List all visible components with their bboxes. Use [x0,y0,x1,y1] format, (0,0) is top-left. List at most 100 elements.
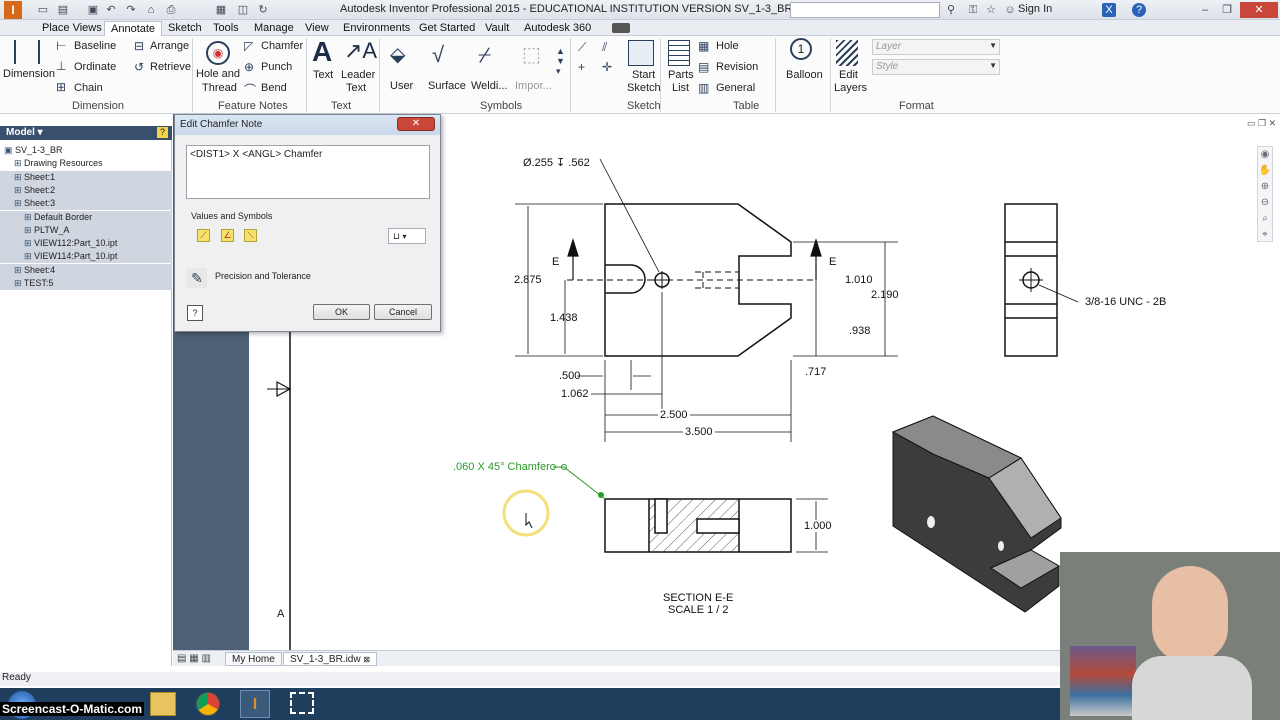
center-mark-icon[interactable]: + [578,60,585,74]
centered-pattern-icon[interactable]: ✛ [602,60,612,74]
tab-my-home[interactable]: My Home [225,652,282,666]
dimension-icon[interactable] [14,40,40,64]
restore-icon[interactable]: ❐ [1220,3,1234,17]
section-title[interactable]: SECTION E-E [663,592,733,604]
explorer-icon[interactable] [150,692,176,716]
print-icon[interactable]: ⎙ [164,3,178,17]
redo-icon[interactable]: ↷ [124,3,138,17]
dim-1062[interactable]: 1.062 [561,388,589,400]
star-icon[interactable]: ☆ [984,3,998,17]
hole-callout[interactable]: Ø.255 ↧ .562 [523,156,590,169]
dim-2875[interactable]: 2.875 [514,274,542,286]
distance-symbol-icon[interactable]: ⟋ [197,229,210,242]
open-icon[interactable]: ▤ [56,3,70,17]
binoculars-icon[interactable]: ⚲ [944,3,958,17]
tree-item[interactable]: ⊞ TEST:5 [0,277,172,290]
punch-button[interactable]: Punch [261,61,292,73]
text-button[interactable]: Text [313,69,333,81]
surface-icon[interactable]: √ [432,44,444,66]
edit-layers-button-line1[interactable]: Edit [839,69,858,81]
dim-500[interactable]: .500 [559,370,580,382]
import-button[interactable]: Impor... [515,80,552,92]
text-icon[interactable]: A [312,36,332,68]
app-logo-icon[interactable]: I [4,1,22,19]
dim-2500[interactable]: 2.500 [658,409,690,421]
edit-layers-icon[interactable] [836,40,858,66]
bend-button[interactable]: Bend [261,82,287,94]
help-search-input[interactable] [790,2,940,18]
save-icon[interactable]: ▣ [86,3,100,17]
navigation-bar[interactable]: ◉ ✋ ⊕ ⊖ ⌕ ⌖ [1257,146,1273,242]
section-mark-left[interactable]: E [552,256,559,268]
section-scale[interactable]: SCALE 1 / 2 [668,604,729,616]
welding-icon[interactable]: ⌿ [478,44,491,66]
baseline-button[interactable]: Baseline [74,40,116,52]
hole-thread-icon[interactable]: ◉ [206,41,230,65]
tab-vault[interactable]: Vault [479,21,515,36]
parts-list-icon[interactable] [668,40,690,66]
tab-manage[interactable]: Manage [248,21,300,36]
arrange-button[interactable]: Arrange [150,40,189,52]
chamfer-note-textarea[interactable]: <DIST1> X <ANGL> Chamfer [186,145,430,199]
chrome-icon[interactable] [196,692,220,716]
revision-table-button[interactable]: Revision [716,61,758,73]
angle-symbol-icon[interactable]: ∠ [221,229,234,242]
hole-thread-button-line2[interactable]: Thread [202,82,237,94]
surface-button[interactable]: Surface [428,80,466,92]
dim-3500[interactable]: 3.500 [683,426,715,438]
tree-item[interactable]: ⊞ Sheet:3 [0,197,172,211]
edit-layers-button-line2[interactable]: Layers [834,82,867,94]
dim-717[interactable]: .717 [805,366,826,378]
undo-icon[interactable]: ↶ [104,3,118,17]
key-icon[interactable]: ⚿ [966,3,980,17]
centerline-bisector-icon[interactable]: ⫽ [602,40,607,55]
leader-text-button-line1[interactable]: Leader [341,69,375,81]
tab-autodesk-360[interactable]: Autodesk 360 [518,21,597,36]
precision-tolerance-icon[interactable]: ✎ [187,268,207,288]
user-button[interactable]: User [390,80,413,92]
ordinate-button[interactable]: Ordinate [74,61,116,73]
dim-1000[interactable]: 1.000 [802,520,834,532]
tile-icons[interactable]: ▤ ▦ ▥ [177,653,211,664]
balloon-icon[interactable]: 1 [790,38,812,60]
tree-item[interactable]: ▣ SV_1-3_BR [0,144,172,157]
tree-item[interactable]: ⊞ Default Border [0,210,172,224]
welding-button[interactable]: Weldi... [471,80,507,92]
layer-select[interactable]: Layer ▼ [872,39,1000,55]
dim-1438[interactable]: 1.438 [550,312,578,324]
balloon-button[interactable]: Balloon [786,69,823,81]
start-sketch-icon[interactable] [628,40,654,66]
tree-item[interactable]: ⊞ VIEW114:Part_10.ipt [0,250,172,264]
chain-button[interactable]: Chain [74,82,103,94]
user-icon[interactable]: ☺ [1003,3,1017,17]
leader-text-icon[interactable]: ↗A [344,38,377,64]
tab-document[interactable]: SV_1-3_BR.idw ⊠ [283,652,378,666]
symbols-scroll-icon[interactable]: ▲ ▼ ▾ [556,46,565,77]
tab-view[interactable]: View [299,21,335,36]
close-window-button[interactable]: ✕ [1240,2,1278,18]
help-icon[interactable]: ? [1132,3,1146,17]
panel-toggle-icon[interactable] [612,23,630,33]
symbol-dropdown[interactable]: ⊔ ▾ [388,228,426,244]
hole-thread-button-line1[interactable]: Hole and [196,68,240,80]
ok-button[interactable]: OK [313,304,370,320]
snipping-tool-icon[interactable] [290,692,314,714]
properties-icon[interactable]: ▦ [214,3,228,17]
minimize-icon[interactable]: – [1198,3,1212,17]
dimension-button[interactable]: Dimension [3,68,55,80]
thread-note[interactable]: 3/8-16 UNC - 2B [1085,296,1166,308]
parts-list-button-line1[interactable]: Parts [668,69,694,81]
tab-tools[interactable]: Tools [207,21,245,36]
cancel-button[interactable]: Cancel [374,304,432,320]
help-icon[interactable]: ? [157,127,168,138]
tree-item[interactable]: ⊞ VIEW112:Part_10.ipt [0,237,172,251]
model-browser-header[interactable]: Model ▾ [0,126,172,140]
tree-item[interactable]: ⊞ Drawing Resources [0,157,172,170]
style-select[interactable]: Style ▼ [872,59,1000,75]
hole-table-button[interactable]: Hole [716,40,739,52]
dim-1010[interactable]: 1.010 [845,274,873,286]
distance2-symbol-icon[interactable]: ⟍ [244,229,257,242]
dim-938[interactable]: .938 [849,325,870,337]
dim-2190[interactable]: 2.190 [871,289,899,301]
section-mark-right[interactable]: E [829,256,836,268]
